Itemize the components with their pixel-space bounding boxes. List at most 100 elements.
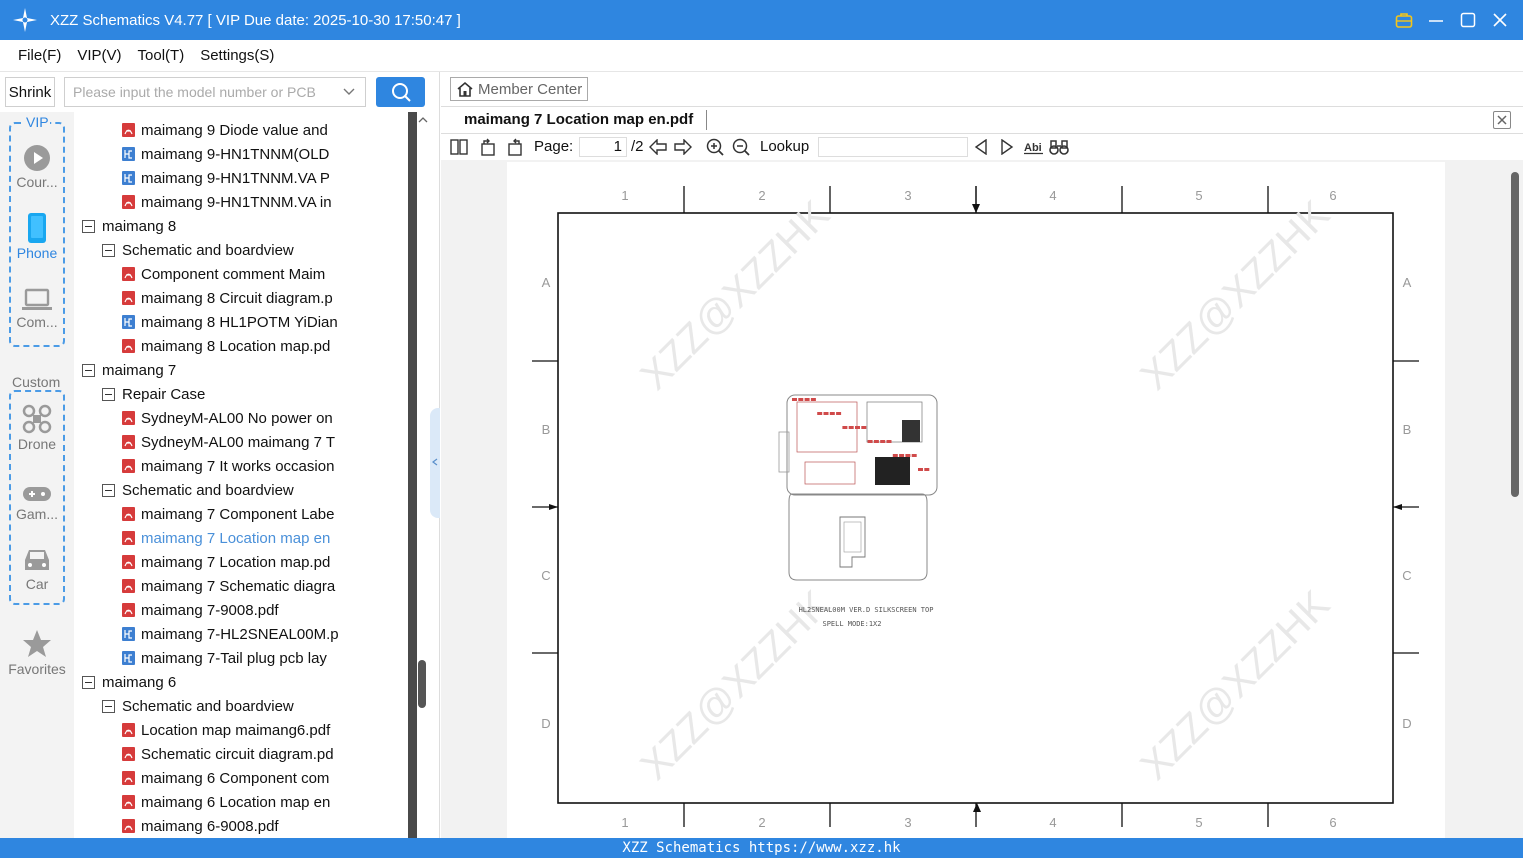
tree-file[interactable]: Schematic circuit diagram.pd — [122, 742, 408, 766]
two-page-icon[interactable] — [449, 138, 469, 156]
tree-file[interactable]: maimang 9-HN1TNNM(OLD — [122, 142, 408, 166]
tree-file[interactable]: maimang 6 Location map en — [122, 790, 408, 814]
collapse-toggle-icon[interactable] — [102, 699, 115, 713]
board-component — [899, 454, 905, 457]
tree-file[interactable]: SydneyM-AL00 No power on — [122, 406, 408, 430]
tree-folder[interactable]: Repair Case — [102, 382, 408, 406]
search-input[interactable] — [65, 79, 335, 105]
scroll-up-icon[interactable] — [418, 116, 428, 124]
menu-tool[interactable]: Tool(T) — [138, 47, 185, 64]
sidebar-item-phone[interactable]: Phone — [0, 213, 74, 261]
collapse-toggle-icon[interactable] — [102, 483, 115, 497]
tree-file[interactable]: maimang 6 Component com — [122, 766, 408, 790]
tree-scrollbar[interactable] — [408, 112, 432, 838]
collapse-toggle-icon[interactable] — [82, 219, 95, 233]
tree-file[interactable]: maimang 7-9008.pdf — [122, 598, 408, 622]
tree-file[interactable]: maimang 7-HL2SNEAL00M.p — [122, 622, 408, 646]
tree-folder[interactable]: maimang 7 — [82, 358, 408, 382]
tab-separator — [706, 110, 707, 130]
column-label: 2 — [758, 815, 765, 830]
tree-file[interactable]: maimang 7 Location map en — [122, 526, 408, 550]
tree-file[interactable]: Component comment Maim — [122, 262, 408, 286]
sidebar-item-car[interactable]: Car — [0, 546, 74, 592]
chevron-down-icon[interactable] — [335, 88, 363, 96]
board-chip — [902, 420, 920, 442]
rotate-right-icon[interactable] — [505, 138, 525, 156]
sidebar-item-computer[interactable]: Com... — [0, 288, 74, 330]
rotate-left-icon[interactable] — [478, 138, 498, 156]
vip-bag-icon[interactable] — [1395, 11, 1413, 29]
binoculars-icon[interactable] — [1049, 138, 1069, 156]
tree-file[interactable]: maimang 8 HL1POTM YiDian — [122, 310, 408, 334]
tree-file[interactable]: maimang 7 Location map.pd — [122, 550, 408, 574]
maximize-icon[interactable] — [1459, 11, 1477, 29]
tree-file[interactable]: maimang 9-HN1TNNM.VA P — [122, 166, 408, 190]
tree-item-label: Repair Case — [122, 385, 206, 403]
board-component — [823, 412, 829, 415]
find-previous-icon[interactable] — [971, 138, 991, 156]
tree-file[interactable]: maimang 8 Location map.pd — [122, 334, 408, 358]
tree-file[interactable]: maimang 9-HN1TNNM.VA in — [122, 190, 408, 214]
page-label: Page: — [534, 138, 574, 155]
sidebar-item-games[interactable]: Gam... — [0, 484, 74, 522]
zoom-in-icon[interactable] — [705, 138, 725, 156]
find-next-icon[interactable] — [997, 138, 1017, 156]
menu-settings[interactable]: Settings(S) — [200, 47, 274, 64]
watermark-text: XZZ@XZZHK — [632, 192, 838, 398]
tree-folder[interactable]: maimang 6 — [82, 670, 408, 694]
menu-file[interactable]: File(F) — [18, 47, 61, 64]
board-component — [886, 440, 892, 443]
tree-file[interactable]: Location map maimang6.pdf — [122, 718, 408, 742]
silkscreen-mode: SPELL MODE:1X2 — [822, 620, 881, 628]
sidebar-item-drone[interactable]: Drone — [0, 404, 74, 452]
match-case-icon[interactable]: Abi — [1023, 138, 1045, 156]
tree-file[interactable]: maimang 7 Schematic diagra — [122, 574, 408, 598]
board-component — [918, 468, 923, 471]
tree-file[interactable]: maimang 7-Tail plug pcb lay — [122, 646, 408, 670]
pdf-scroll-thumb[interactable] — [1511, 172, 1519, 497]
pcb-file-icon — [122, 315, 135, 329]
menu-vip[interactable]: VIP(V) — [77, 47, 121, 64]
close-tab-icon[interactable] — [1493, 111, 1511, 129]
page-number-input[interactable]: 1 — [579, 137, 627, 157]
close-icon[interactable] — [1491, 11, 1509, 29]
collapse-toggle-icon[interactable] — [82, 675, 95, 689]
board-component — [867, 440, 873, 443]
search-button[interactable] — [376, 77, 425, 107]
tree-file[interactable]: maimang 6-9008.pdf — [122, 814, 408, 838]
tree-folder[interactable]: Schematic and boardview — [102, 694, 408, 718]
model-search[interactable] — [64, 77, 366, 107]
sidebar-item-favorites[interactable]: Favorites — [0, 629, 74, 677]
tree-folder[interactable]: Schematic and boardview — [102, 238, 408, 262]
member-center-button[interactable]: Member Center — [450, 77, 588, 101]
minimize-icon[interactable] — [1427, 11, 1445, 29]
collapse-toggle-icon[interactable] — [102, 243, 115, 257]
status-bar: XZZ Schematics https://www.xzz.hk — [0, 838, 1523, 858]
shrink-button[interactable]: Shrink — [5, 77, 55, 107]
tree-folder[interactable]: Schematic and boardview — [102, 478, 408, 502]
tree-scroll-thumb[interactable] — [418, 660, 426, 708]
row-label: D — [541, 716, 550, 731]
pdf-scrollbar[interactable] — [1509, 160, 1523, 838]
sidebar-item-courses[interactable]: Cour... — [0, 144, 74, 190]
tree-item-label: maimang 8 HL1POTM YiDian — [141, 313, 338, 331]
previous-page-icon[interactable] — [648, 138, 668, 156]
pdf-canvas-area[interactable]: 1 1 2 2 3 3 4 4 5 5 6 6 A A B B C C D D XZZ@XZZHK XZZ@XZZHK XZ… — [441, 160, 1523, 838]
lookup-input[interactable] — [818, 137, 968, 157]
tree-item-label: maimang 7-9008.pdf — [141, 601, 279, 619]
collapse-toggle-icon[interactable] — [102, 387, 115, 401]
tree-item-label: maimang 9-HN1TNNM.VA in — [141, 193, 332, 211]
tree-file[interactable]: maimang 8 Circuit diagram.p — [122, 286, 408, 310]
panel-collapse-handle[interactable] — [430, 408, 440, 518]
tree-item-label: maimang 7-Tail plug pcb lay — [141, 649, 327, 667]
zoom-out-icon[interactable] — [731, 138, 751, 156]
collapse-toggle-icon[interactable] — [82, 363, 95, 377]
tree-item-label: maimang 9-HN1TNNM.VA P — [141, 169, 330, 187]
tree-folder[interactable]: maimang 8 — [82, 214, 408, 238]
tree-file[interactable]: maimang 9 Diode value and — [122, 118, 408, 142]
next-page-icon[interactable] — [673, 138, 693, 156]
tree-file[interactable]: SydneyM-AL00 maimang 7 T — [122, 430, 408, 454]
tree-file[interactable]: maimang 7 Component Labe — [122, 502, 408, 526]
tab-document[interactable]: maimang 7 Location map en.pdf — [464, 111, 693, 128]
tree-file[interactable]: maimang 7 It works occasion — [122, 454, 408, 478]
